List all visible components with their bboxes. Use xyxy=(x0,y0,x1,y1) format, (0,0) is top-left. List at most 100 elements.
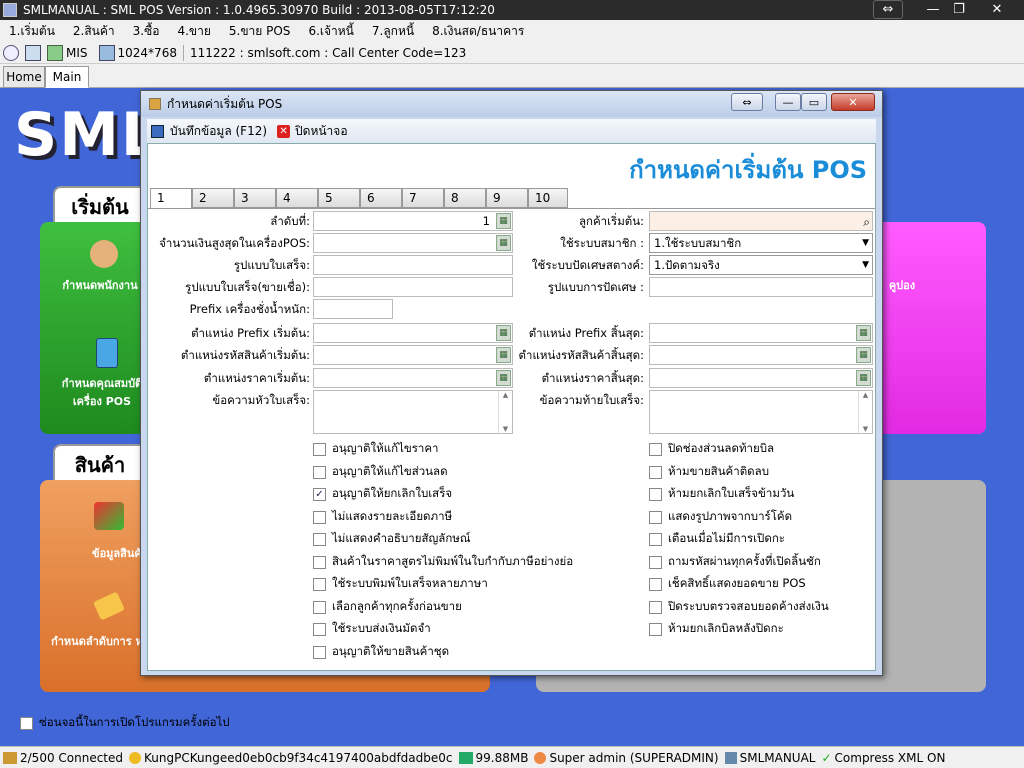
check-allow-bundle[interactable]: อนุญาติให้ขายสินค้าชุด xyxy=(313,643,449,661)
menu-item-sale[interactable]: 4.ขาย xyxy=(168,22,219,41)
chart-icon[interactable] xyxy=(47,44,63,61)
price-start-input[interactable]: ▦ xyxy=(313,368,513,388)
tab-6[interactable]: 6 xyxy=(360,188,402,208)
default-customer-input[interactable]: ⌕ xyxy=(649,211,873,231)
code-start-input[interactable]: ▦ xyxy=(313,345,513,365)
check-select-customer[interactable]: เลือกลูกค้าทุกครั้งก่อนขาย xyxy=(313,598,462,616)
calculator-icon[interactable]: ▦ xyxy=(496,213,511,229)
checkbox-box[interactable] xyxy=(649,487,662,501)
chevron-down-icon[interactable]: ▼ xyxy=(862,234,869,252)
prefix-scale-input[interactable] xyxy=(313,299,393,319)
panel-start-item-pos[interactable]: กำหนดคุณสมบัติ เครื่อง POS xyxy=(54,374,150,410)
checkbox-box[interactable] xyxy=(313,577,326,591)
check-hide-symbol-desc[interactable]: ไม่แสดงคำอธิบายสัญลักษณ์ xyxy=(313,530,471,548)
checkbox-box[interactable] xyxy=(649,442,662,456)
checkbox-box[interactable] xyxy=(313,532,326,546)
check-sales-permission[interactable]: เช็คสิทธิ์แสดงยอดขาย POS xyxy=(649,575,806,593)
panel-start-item-staff[interactable]: กำหนดพนักงาน xyxy=(50,276,150,294)
panel-coupon-item[interactable]: คูปอง xyxy=(882,276,922,294)
checkbox-box[interactable] xyxy=(649,465,662,479)
checkbox-box[interactable] xyxy=(313,442,326,456)
check-formula-not-printed[interactable]: สินค้าในราคาสูตรไม่พิมพ์ในใบกำกับภาษีอย่… xyxy=(313,553,573,571)
check-deposit-system[interactable]: ใช้ระบบส่งเงินมัดจำ xyxy=(313,620,431,638)
menu-item-products[interactable]: 2.สินค้า xyxy=(64,22,124,41)
seq-input[interactable]: 1 ▦ xyxy=(313,211,513,231)
receipt-credit-input[interactable] xyxy=(313,277,513,297)
tab-main[interactable]: Main xyxy=(45,66,89,88)
check-allow-edit-discount[interactable]: อนุญาติให้แก้ไขส่วนลด xyxy=(313,463,448,481)
max-cash-input[interactable]: ▦ xyxy=(313,233,513,253)
checkbox-box[interactable] xyxy=(313,622,326,636)
checkbox-box[interactable] xyxy=(313,600,326,614)
check-no-cancel-after-shift[interactable]: ห้ามยกเลิกบิลหลังปิดกะ xyxy=(649,620,784,638)
checkbox-box[interactable] xyxy=(649,577,662,591)
menu-item-pos[interactable]: 5.ขาย POS xyxy=(220,22,300,41)
checkbox-box[interactable] xyxy=(649,510,662,524)
dialog-close-button[interactable]: ✕ xyxy=(831,93,875,111)
menu-item-payables[interactable]: 6.เจ้าหนี้ xyxy=(299,22,362,41)
checkbox-box[interactable] xyxy=(649,532,662,546)
checkbox-box[interactable] xyxy=(649,600,662,614)
check-hide-tax-detail[interactable]: ไม่แสดงรายละเอียดภาษี xyxy=(313,508,452,526)
menu-item-cash-bank[interactable]: 8.เงินสด/ธนาคาร xyxy=(423,22,533,41)
window-icon[interactable] xyxy=(25,44,41,61)
menu-item-start[interactable]: 1.เริ่มต้น xyxy=(0,22,64,41)
code-end-input[interactable]: ▦ xyxy=(649,345,873,365)
calculator-icon[interactable]: ▦ xyxy=(856,325,871,341)
check-allow-cancel-receipt[interactable]: ✓ อนุญาติให้ยกเลิกใบเสร็จ xyxy=(313,485,452,503)
checkbox-box[interactable] xyxy=(313,465,326,479)
save-button[interactable]: บันทึกข้อมูล (F12) xyxy=(170,122,267,141)
checkbox-box[interactable]: ✓ xyxy=(313,487,326,501)
calculator-icon[interactable]: ▦ xyxy=(496,235,511,251)
check-allow-edit-price[interactable]: อนุญาติให้แก้ไขราคา xyxy=(313,440,439,458)
tab-8[interactable]: 8 xyxy=(444,188,486,208)
minimize-window-button[interactable]: — xyxy=(921,0,945,19)
checkbox-box[interactable] xyxy=(649,555,662,569)
member-system-select[interactable]: 1.ใช้ระบบสมาชิก ▼ xyxy=(649,233,873,253)
check-close-bill-discount[interactable]: ปิดช่องส่วนลดท้ายบิล xyxy=(649,440,774,458)
price-end-input[interactable]: ▦ xyxy=(649,368,873,388)
tab-10[interactable]: 10 xyxy=(528,188,568,208)
check-warn-no-shift[interactable]: เตือนเมื่อไม่มีการเปิดกะ xyxy=(649,530,785,548)
prefix-start-input[interactable]: ▦ xyxy=(313,323,513,343)
save-disk-icon[interactable] xyxy=(151,124,164,138)
hide-on-startup-checkbox[interactable]: ซ่อนจอนี้ในการเปิดโปรแกรมครั้งต่อไป xyxy=(20,714,230,732)
menu-item-receivables[interactable]: 7.ลูกหนี้ xyxy=(363,22,423,41)
footer-msg-textarea[interactable]: ▲ ▼ xyxy=(649,390,873,434)
chevron-down-icon[interactable]: ▼ xyxy=(862,256,869,274)
menu-item-purchase[interactable]: 3.ซื้อ xyxy=(124,22,169,41)
calculator-icon[interactable]: ▦ xyxy=(856,347,871,363)
check-no-negative-stock[interactable]: ห้ามขายสินค้าติดลบ xyxy=(649,463,769,481)
rounding-format-input[interactable] xyxy=(649,277,873,297)
checkbox-box[interactable] xyxy=(313,510,326,524)
rounding-select[interactable]: 1.ปัดตามจริง ▼ xyxy=(649,255,873,275)
check-no-cancel-crossday[interactable]: ห้ามยกเลิกใบเสร็จข้ามวัน xyxy=(649,485,794,503)
calculator-icon[interactable]: ▦ xyxy=(496,370,511,386)
dialog-maximize-button[interactable]: ▭ xyxy=(801,93,827,111)
prefix-end-input[interactable]: ▦ xyxy=(649,323,873,343)
tab-1[interactable]: 1 xyxy=(150,188,192,209)
dialog-minimize-button[interactable]: — xyxy=(775,93,801,111)
close-x-icon[interactable]: ✕ xyxy=(277,124,291,138)
clock-icon[interactable] xyxy=(3,44,19,61)
checkbox-box[interactable] xyxy=(313,645,326,659)
mis-label[interactable]: MIS xyxy=(66,46,88,60)
maximize-window-button[interactable]: ❐ xyxy=(947,0,971,19)
panel-products-item-search-order[interactable]: กำหนดลำดับการ หา xyxy=(50,632,150,650)
check-drawer-password[interactable]: ถามรหัสผ่านทุกครั้งที่เปิดลิ้นชัก xyxy=(649,553,821,571)
checkbox-box[interactable] xyxy=(20,716,33,730)
check-show-barcode-image[interactable]: แสดงรูปภาพจากบาร์โค้ด xyxy=(649,508,792,526)
dialog-resize-button[interactable]: ⇔ xyxy=(731,93,763,111)
checkbox-box[interactable] xyxy=(649,622,662,636)
calculator-icon[interactable]: ▦ xyxy=(496,347,511,363)
tab-2[interactable]: 2 xyxy=(192,188,234,208)
tab-3[interactable]: 3 xyxy=(234,188,276,208)
check-multi-language[interactable]: ใช้ระบบพิมพ์ใบเสร็จหลายภาษา xyxy=(313,575,488,593)
tab-7[interactable]: 7 xyxy=(402,188,444,208)
tab-9[interactable]: 9 xyxy=(486,188,528,208)
search-icon[interactable]: ⌕ xyxy=(863,213,870,231)
check-close-outstanding[interactable]: ปิดระบบตรวจสอบยอดค้างส่งเงิน xyxy=(649,598,829,616)
receipt-format-input[interactable] xyxy=(313,255,513,275)
calculator-icon[interactable]: ▦ xyxy=(496,325,511,341)
tab-home[interactable]: Home xyxy=(3,66,45,88)
